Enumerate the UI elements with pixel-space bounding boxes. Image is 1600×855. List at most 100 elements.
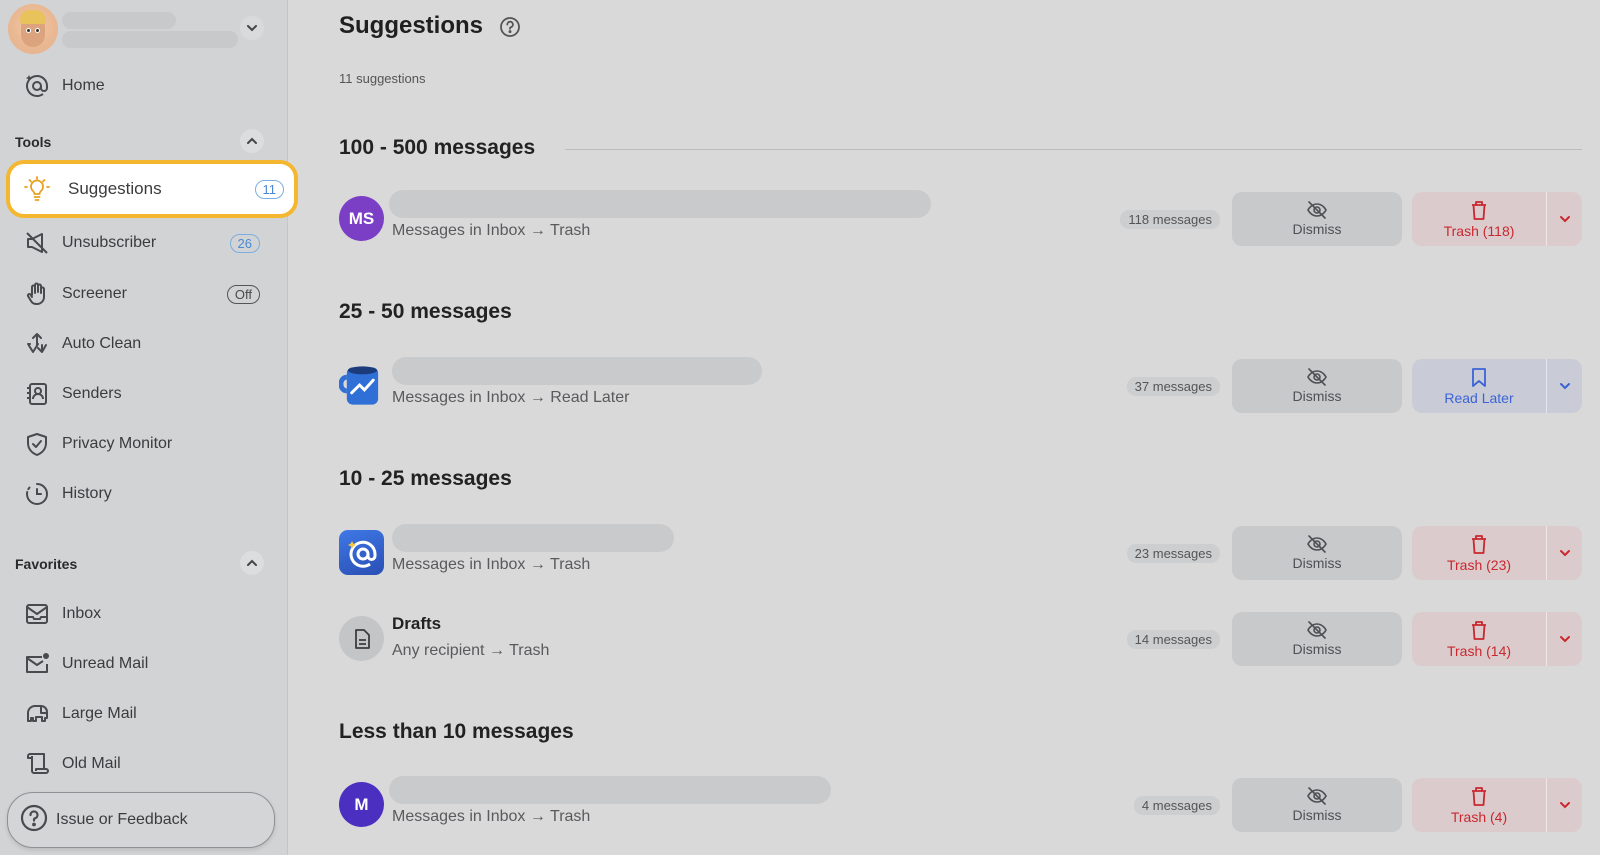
group-title: Less than 10 messages xyxy=(339,720,574,743)
sidebar-item-label: Inbox xyxy=(62,605,102,622)
read-later-split-button: Read Later xyxy=(1412,359,1582,413)
sidebar-item-senders[interactable]: Senders xyxy=(8,372,288,416)
suggestion-row: Drafts Any recipient → Trash 14 messages… xyxy=(339,610,1582,666)
group-divider xyxy=(565,149,1582,150)
account-email-redacted xyxy=(62,31,238,48)
action-menu-chevron-down-icon[interactable] xyxy=(1547,192,1582,246)
issue-feedback-button[interactable]: Issue or Feedback xyxy=(7,792,275,848)
eye-slash-icon xyxy=(1307,368,1327,386)
dismiss-label: Dismiss xyxy=(1292,641,1342,657)
hand-icon xyxy=(8,281,62,307)
section-title-tools: Tools xyxy=(15,134,52,150)
sender-name-redacted xyxy=(389,190,931,218)
trash-icon xyxy=(1472,786,1486,806)
eye-slash-icon xyxy=(1307,787,1327,805)
suggestion-row: Messages in Inbox → Read Later 37 messag… xyxy=(339,357,1582,413)
dismiss-button[interactable]: Dismiss xyxy=(1232,192,1402,246)
unread-mail-icon xyxy=(8,651,62,677)
tools-collapse-chevron-up-icon[interactable] xyxy=(240,129,264,153)
account-chevron-down-icon[interactable] xyxy=(240,16,264,40)
rule-text: Messages in Inbox → Read Later xyxy=(392,389,630,406)
read-later-label: Read Later xyxy=(1444,389,1514,406)
trash-button[interactable]: Trash (23) xyxy=(1412,526,1547,580)
sidebar: Home Tools Suggestions 11 Unsubscriber 2… xyxy=(0,0,298,855)
unsubscriber-count-badge: 26 xyxy=(229,233,260,253)
dismiss-label: Dismiss xyxy=(1292,555,1342,571)
action-menu-chevron-down-icon[interactable] xyxy=(1547,778,1582,832)
trash-label: Trash (118) xyxy=(1443,222,1515,239)
message-count-badge: 14 messages xyxy=(1126,630,1220,649)
account-name-redacted xyxy=(62,12,176,29)
page-title: Suggestions xyxy=(339,12,484,39)
at-app-logo xyxy=(339,530,384,575)
trash-label: Trash (14) xyxy=(1446,642,1512,659)
account-switcher[interactable] xyxy=(8,4,280,54)
rule-text: Messages in Inbox → Trash xyxy=(392,556,591,573)
sidebar-item-suggestions[interactable]: Suggestions 11 xyxy=(6,160,298,218)
suggestion-count: 11 suggestions xyxy=(339,71,426,86)
sender-name-redacted xyxy=(392,357,762,385)
trash-split-button: Trash (14) xyxy=(1412,612,1582,666)
sidebar-item-label: Screener xyxy=(62,285,127,302)
trash-button[interactable]: Trash (118) xyxy=(1412,192,1547,246)
sidebar-item-label: Auto Clean xyxy=(62,335,142,352)
sidebar-item-label: Privacy Monitor xyxy=(62,435,173,452)
avatar[interactable] xyxy=(8,4,58,54)
at-sparkle-icon xyxy=(8,73,62,99)
sidebar-item-inbox[interactable]: Inbox xyxy=(8,592,288,636)
trash-button[interactable]: Trash (14) xyxy=(1412,612,1547,666)
lightbulb-icon xyxy=(10,174,64,204)
message-count-badge: 23 messages xyxy=(1126,544,1220,563)
trash-icon xyxy=(1472,200,1486,220)
group-title: 100 - 500 messages xyxy=(339,136,536,159)
sidebar-item-unread-mail[interactable]: Unread Mail xyxy=(8,642,288,686)
trash-split-button: Trash (23) xyxy=(1412,526,1582,580)
sidebar-item-home[interactable]: Home xyxy=(8,64,288,108)
clock-icon xyxy=(8,481,62,507)
rule-text: Any recipient → Trash xyxy=(392,642,550,659)
scroll-icon xyxy=(8,751,62,777)
sidebar-item-auto-clean[interactable]: Auto Clean xyxy=(8,322,288,366)
dismiss-label: Dismiss xyxy=(1292,807,1342,823)
action-menu-chevron-down-icon[interactable] xyxy=(1547,359,1582,413)
sidebar-item-label: Old Mail xyxy=(62,755,121,772)
dismiss-button[interactable]: Dismiss xyxy=(1232,778,1402,832)
sidebar-item-label: Senders xyxy=(62,385,122,402)
sidebar-item-privacy-monitor[interactable]: Privacy Monitor xyxy=(8,422,288,466)
dismiss-button[interactable]: Dismiss xyxy=(1232,612,1402,666)
read-later-button[interactable]: Read Later xyxy=(1412,359,1547,413)
dismiss-button[interactable]: Dismiss xyxy=(1232,359,1402,413)
dismiss-label: Dismiss xyxy=(1292,221,1342,237)
group-title: 25 - 50 messages xyxy=(339,300,512,323)
suggestion-row: MS Messages in Inbox → Trash 118 message… xyxy=(339,190,1582,246)
eye-slash-icon xyxy=(1307,621,1327,639)
message-count-badge: 4 messages xyxy=(1133,796,1220,815)
document-icon xyxy=(339,616,384,661)
sidebar-item-label: Suggestions xyxy=(68,179,162,198)
shield-check-icon xyxy=(8,431,62,457)
sidebar-item-unsubscriber[interactable]: Unsubscriber 26 xyxy=(8,221,288,265)
suggestions-count-badge: 11 xyxy=(254,179,284,199)
eye-slash-icon xyxy=(1307,201,1327,219)
section-title-favorites: Favorites xyxy=(15,556,78,572)
sidebar-item-history[interactable]: History xyxy=(8,472,288,516)
favorites-collapse-chevron-up-icon[interactable] xyxy=(240,551,264,575)
trash-button[interactable]: Trash (4) xyxy=(1412,778,1547,832)
sender-name-redacted xyxy=(392,524,674,552)
contacts-book-icon xyxy=(8,381,62,407)
trash-label: Trash (23) xyxy=(1446,556,1512,573)
trash-label: Trash (4) xyxy=(1450,808,1508,825)
mug-chart-logo xyxy=(339,363,384,408)
action-menu-chevron-down-icon[interactable] xyxy=(1547,526,1582,580)
action-menu-chevron-down-icon[interactable] xyxy=(1547,612,1582,666)
sidebar-item-large-mail[interactable]: Large Mail xyxy=(8,692,288,736)
sender-avatar: M xyxy=(339,782,384,827)
elephant-icon xyxy=(8,701,62,727)
help-question-icon[interactable] xyxy=(499,16,521,43)
group-title: 10 - 25 messages xyxy=(339,467,512,490)
sidebar-item-old-mail[interactable]: Old Mail xyxy=(8,742,288,786)
message-count-badge: 118 messages xyxy=(1120,210,1220,229)
dismiss-button[interactable]: Dismiss xyxy=(1232,526,1402,580)
sidebar-item-screener[interactable]: Screener Off xyxy=(8,272,288,316)
message-count-badge: 37 messages xyxy=(1126,377,1220,396)
